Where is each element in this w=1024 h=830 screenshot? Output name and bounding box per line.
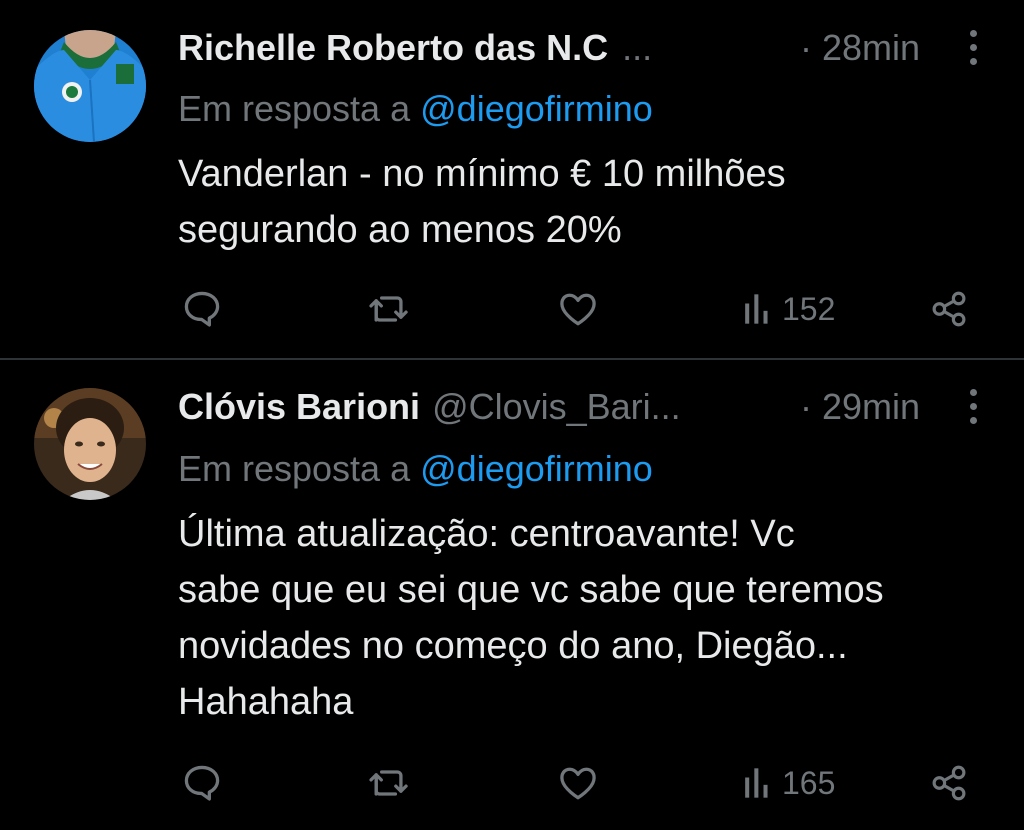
views-icon: [745, 768, 768, 798]
views-count: 165: [782, 764, 836, 801]
user-handle[interactable]: @Clovis_Bari...: [432, 386, 681, 428]
retweet-icon: [369, 770, 408, 796]
reply-mention-link[interactable]: @diegofirmino: [420, 448, 653, 489]
reply-context: Em resposta a @diegofirmino: [178, 448, 653, 490]
tweet-text-line: Vanderlan - no mínimo € 10 milhões: [178, 153, 786, 195]
reply-icon: [184, 765, 220, 801]
tweet-text-line: sabe que eu sei que vc sabe que teremos: [178, 569, 884, 611]
views-count: 152: [782, 290, 836, 327]
heart-icon: [560, 767, 596, 800]
action-bar: 152: [0, 284, 1024, 334]
tweet-text-line: Última atualização: centroavante! Vc: [178, 513, 795, 555]
heart-icon: [560, 293, 596, 326]
avatar[interactable]: [34, 388, 146, 500]
more-icon[interactable]: [962, 385, 984, 429]
timestamp[interactable]: · 28min: [800, 27, 920, 69]
views-icon: [745, 294, 768, 324]
views-button[interactable]: 152: [740, 284, 835, 334]
retweet-button[interactable]: [366, 284, 412, 334]
tweet[interactable]: Clóvis Barioni @Clovis_Bari... · 29min E…: [0, 360, 1024, 830]
reply-prefix: Em resposta a: [178, 88, 411, 129]
views-button[interactable]: 165: [740, 758, 835, 808]
like-button[interactable]: [556, 284, 600, 334]
reply-icon: [184, 291, 220, 327]
share-icon: [932, 765, 966, 801]
reply-mention-link[interactable]: @diegofirmino: [420, 88, 653, 129]
tweet-text: Última atualização: centroavante! Vc sab…: [178, 506, 988, 730]
like-button[interactable]: [556, 758, 600, 808]
reply-prefix: Em resposta a: [178, 448, 411, 489]
reply-button[interactable]: [180, 284, 224, 334]
display-name[interactable]: Richelle Roberto das N.C: [178, 27, 608, 69]
tweet[interactable]: Richelle Roberto das N.C ... · 28min Em …: [0, 0, 1024, 358]
retweet-button[interactable]: [366, 758, 412, 808]
reply-button[interactable]: [180, 758, 224, 808]
more-icon[interactable]: [962, 26, 984, 70]
share-button[interactable]: [928, 284, 970, 334]
timestamp[interactable]: · 29min: [800, 386, 920, 428]
tweet-text-line: Hahahaha: [178, 681, 354, 723]
tweet-text-line: novidades no começo do ano, Diegão...: [178, 625, 848, 667]
tweet-header: Richelle Roberto das N.C ... · 28min: [178, 24, 984, 72]
share-button[interactable]: [928, 758, 970, 808]
tweet-text: Vanderlan - no mínimo € 10 milhões segur…: [178, 146, 988, 258]
action-bar: 165: [0, 758, 1024, 808]
retweet-icon: [369, 296, 408, 322]
name-ellipsis: ...: [622, 27, 653, 68]
reply-context: Em resposta a @diegofirmino: [178, 88, 653, 130]
share-icon: [932, 291, 966, 327]
avatar-image: [34, 30, 146, 142]
avatar-image: [34, 388, 146, 500]
avatar[interactable]: [34, 30, 146, 142]
tweet-header: Clóvis Barioni @Clovis_Bari... · 29min: [178, 383, 984, 431]
tweet-text-line: segurando ao menos 20%: [178, 209, 622, 251]
display-name[interactable]: Clóvis Barioni: [178, 386, 420, 428]
